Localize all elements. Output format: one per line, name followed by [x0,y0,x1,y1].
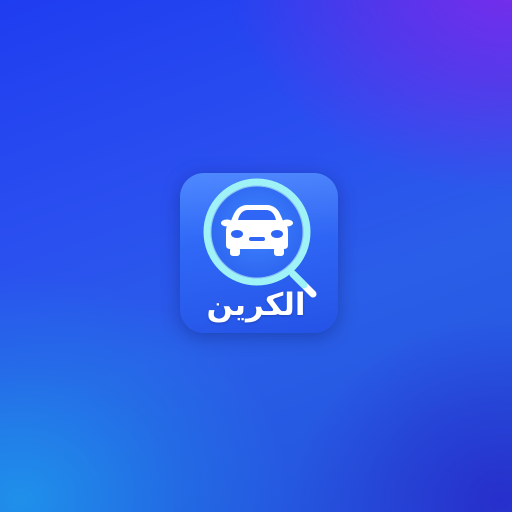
app-icon-alkareen[interactable]: الكرين [180,173,338,333]
app-name-label: الكرين [206,287,306,323]
home-screen: الكرين [0,0,512,512]
